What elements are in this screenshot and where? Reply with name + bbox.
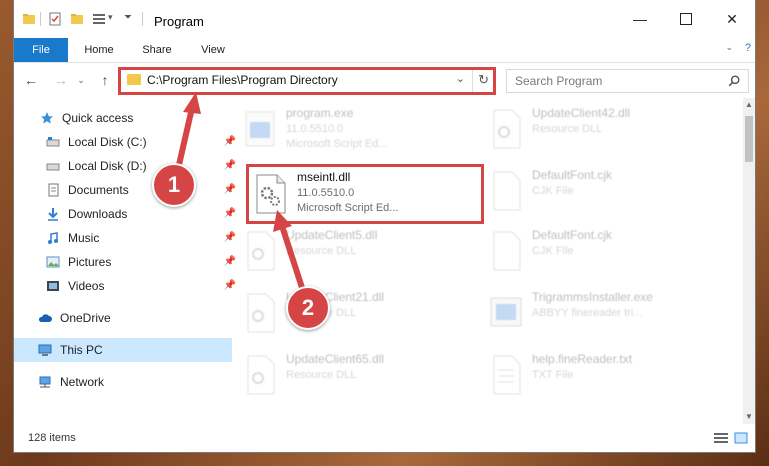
arrow-head-icon [273, 210, 292, 232]
annotation-arrows [173, 92, 309, 301]
step-callout-1: 1 [152, 163, 196, 207]
arrow-head-icon [183, 92, 201, 114]
step-callout-2: 2 [286, 286, 330, 330]
